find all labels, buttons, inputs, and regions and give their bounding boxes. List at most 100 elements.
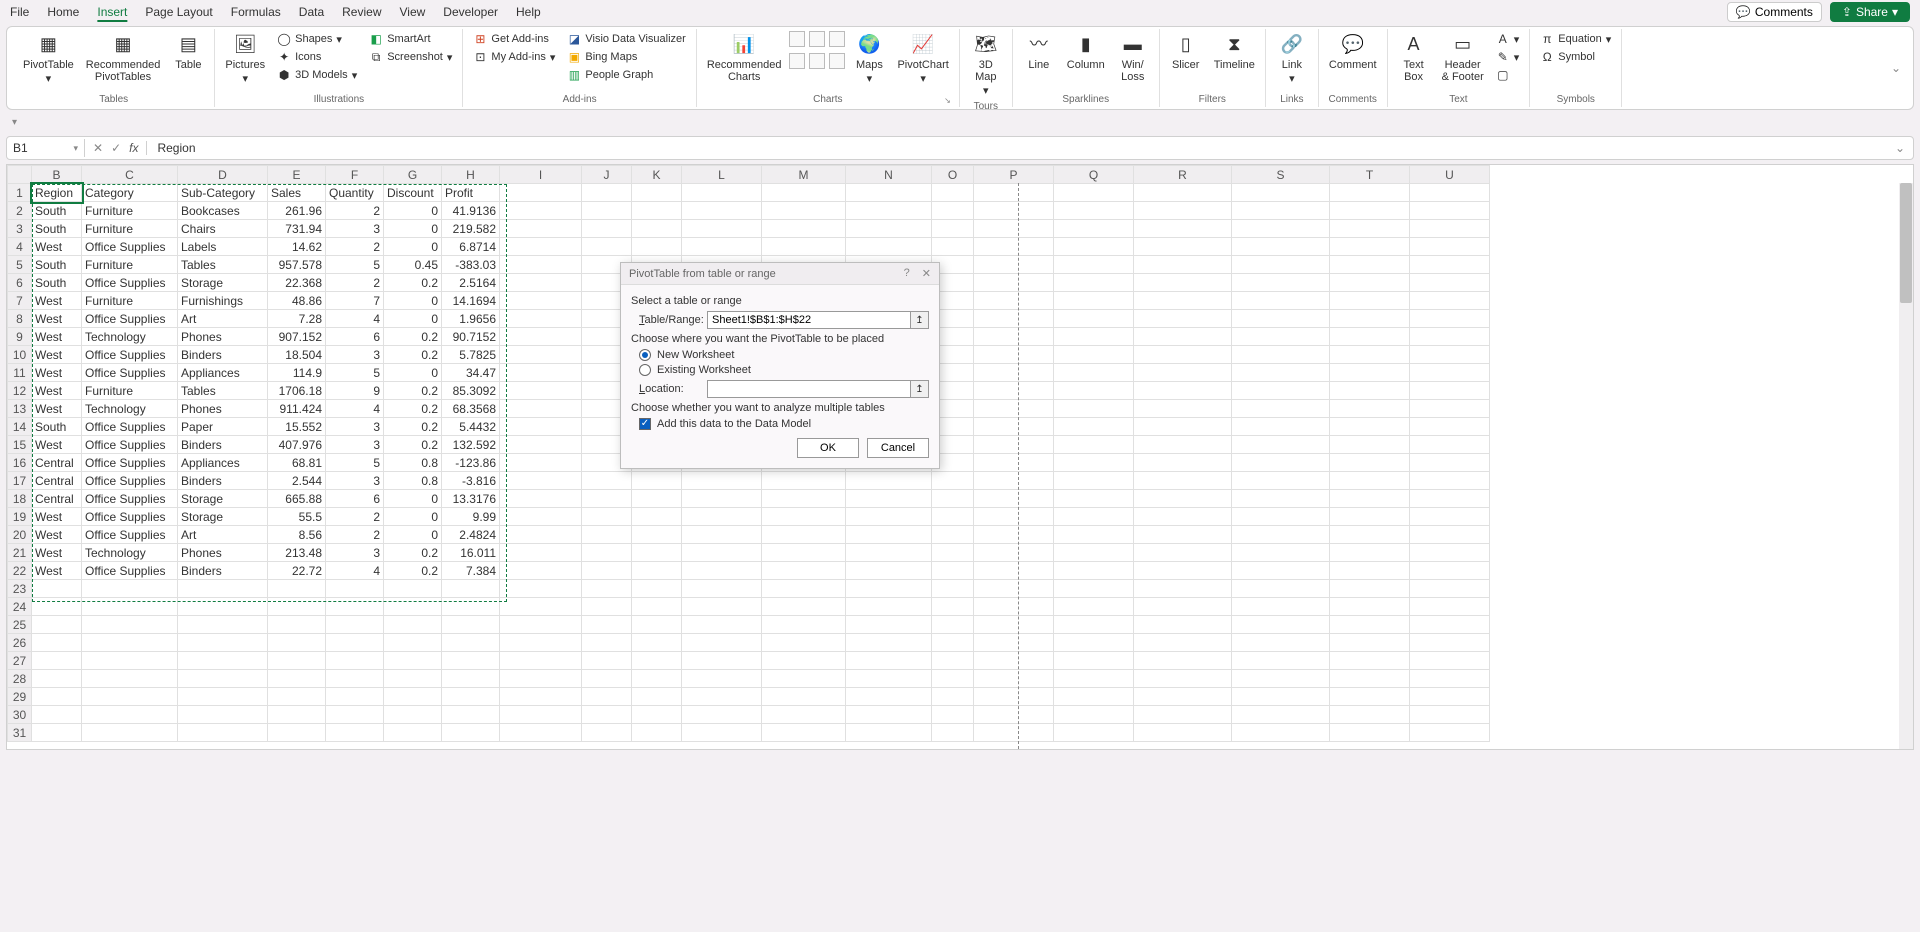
cell[interactable]: Furnishings (178, 292, 268, 310)
cell[interactable] (932, 526, 974, 544)
cell[interactable]: 0.2 (384, 274, 442, 292)
cell[interactable]: 3 (326, 346, 384, 364)
cell[interactable] (326, 616, 384, 634)
cell[interactable] (932, 490, 974, 508)
cell[interactable]: 13.3176 (442, 490, 500, 508)
cell[interactable]: Chairs (178, 220, 268, 238)
cell[interactable] (32, 580, 82, 598)
cell[interactable] (1232, 652, 1330, 670)
cell[interactable] (178, 706, 268, 724)
cell[interactable] (1134, 346, 1232, 364)
cell[interactable] (846, 184, 932, 202)
cell[interactable] (1330, 670, 1410, 688)
cell[interactable] (442, 634, 500, 652)
row-header-2[interactable]: 2 (8, 202, 32, 220)
row-header-5[interactable]: 5 (8, 256, 32, 274)
chart-line-button[interactable] (809, 31, 825, 47)
cell[interactable] (1134, 688, 1232, 706)
cell[interactable] (632, 706, 682, 724)
cell[interactable] (1134, 274, 1232, 292)
cell[interactable] (762, 562, 846, 580)
cell[interactable] (932, 220, 974, 238)
ok-button[interactable]: OK (797, 438, 859, 458)
col-header-L[interactable]: L (682, 166, 762, 184)
cell[interactable] (1134, 202, 1232, 220)
cell[interactable] (1410, 346, 1490, 364)
col-header-G[interactable]: G (384, 166, 442, 184)
cancel-button[interactable]: Cancel (867, 438, 929, 458)
cell[interactable] (1410, 490, 1490, 508)
cell[interactable] (1134, 292, 1232, 310)
cell[interactable] (932, 472, 974, 490)
bingmaps-button[interactable]: ▣Bing Maps (563, 49, 689, 65)
cell[interactable]: Phones (178, 328, 268, 346)
cell[interactable] (1232, 400, 1330, 418)
timeline-button[interactable]: ⧗Timeline (1210, 31, 1259, 73)
peoplegraph-button[interactable]: ▥People Graph (563, 67, 689, 83)
cell[interactable] (1410, 706, 1490, 724)
formula-expand-icon[interactable]: ⌄ (1887, 141, 1913, 155)
cell[interactable]: 6 (326, 328, 384, 346)
name-box[interactable]: B1 ▾ (7, 139, 85, 157)
cell[interactable] (1232, 472, 1330, 490)
cell[interactable]: Binders (178, 436, 268, 454)
cell[interactable] (1134, 418, 1232, 436)
cell[interactable] (1054, 328, 1134, 346)
cell[interactable] (1232, 706, 1330, 724)
cell[interactable]: Category (82, 184, 178, 202)
cell[interactable] (384, 724, 442, 742)
cell[interactable] (82, 724, 178, 742)
cell[interactable] (682, 220, 762, 238)
cell[interactable] (846, 508, 932, 526)
cell[interactable] (1054, 688, 1134, 706)
cell[interactable] (1232, 346, 1330, 364)
cell[interactable] (500, 454, 582, 472)
cell[interactable] (82, 634, 178, 652)
cell[interactable] (178, 724, 268, 742)
cell[interactable] (632, 562, 682, 580)
cell[interactable]: Technology (82, 328, 178, 346)
cell[interactable] (1134, 400, 1232, 418)
cell[interactable] (932, 598, 974, 616)
cell[interactable] (1330, 616, 1410, 634)
cell[interactable] (1410, 364, 1490, 382)
cell[interactable] (1232, 454, 1330, 472)
cell[interactable] (1054, 436, 1134, 454)
cell[interactable] (500, 184, 582, 202)
cell[interactable] (682, 562, 762, 580)
cell[interactable] (762, 706, 846, 724)
cell[interactable] (846, 652, 932, 670)
row-header-24[interactable]: 24 (8, 598, 32, 616)
cell[interactable]: Technology (82, 544, 178, 562)
cell[interactable] (846, 562, 932, 580)
cell[interactable]: 15.552 (268, 418, 326, 436)
cell[interactable] (974, 598, 1054, 616)
cell[interactable] (1330, 634, 1410, 652)
cell[interactable] (326, 580, 384, 598)
cell[interactable]: Central (32, 490, 82, 508)
cell[interactable]: Storage (178, 274, 268, 292)
row-header-19[interactable]: 19 (8, 508, 32, 526)
cell[interactable] (500, 706, 582, 724)
cell[interactable] (974, 238, 1054, 256)
cell[interactable]: 22.368 (268, 274, 326, 292)
cell[interactable] (582, 472, 632, 490)
cell[interactable] (582, 184, 632, 202)
row-header-17[interactable]: 17 (8, 472, 32, 490)
cell[interactable]: 16.011 (442, 544, 500, 562)
cell[interactable] (384, 652, 442, 670)
cell[interactable] (1232, 580, 1330, 598)
cell[interactable] (500, 346, 582, 364)
cell[interactable] (326, 706, 384, 724)
cell[interactable] (846, 724, 932, 742)
col-header-J[interactable]: J (582, 166, 632, 184)
cell[interactable]: 0 (384, 202, 442, 220)
cell[interactable] (268, 724, 326, 742)
cell[interactable] (384, 580, 442, 598)
cell[interactable] (762, 526, 846, 544)
cell[interactable] (846, 220, 932, 238)
cell[interactable] (1330, 544, 1410, 562)
cell[interactable] (1232, 382, 1330, 400)
wordart-button[interactable]: A▾ (1492, 31, 1524, 47)
cell[interactable] (974, 328, 1054, 346)
